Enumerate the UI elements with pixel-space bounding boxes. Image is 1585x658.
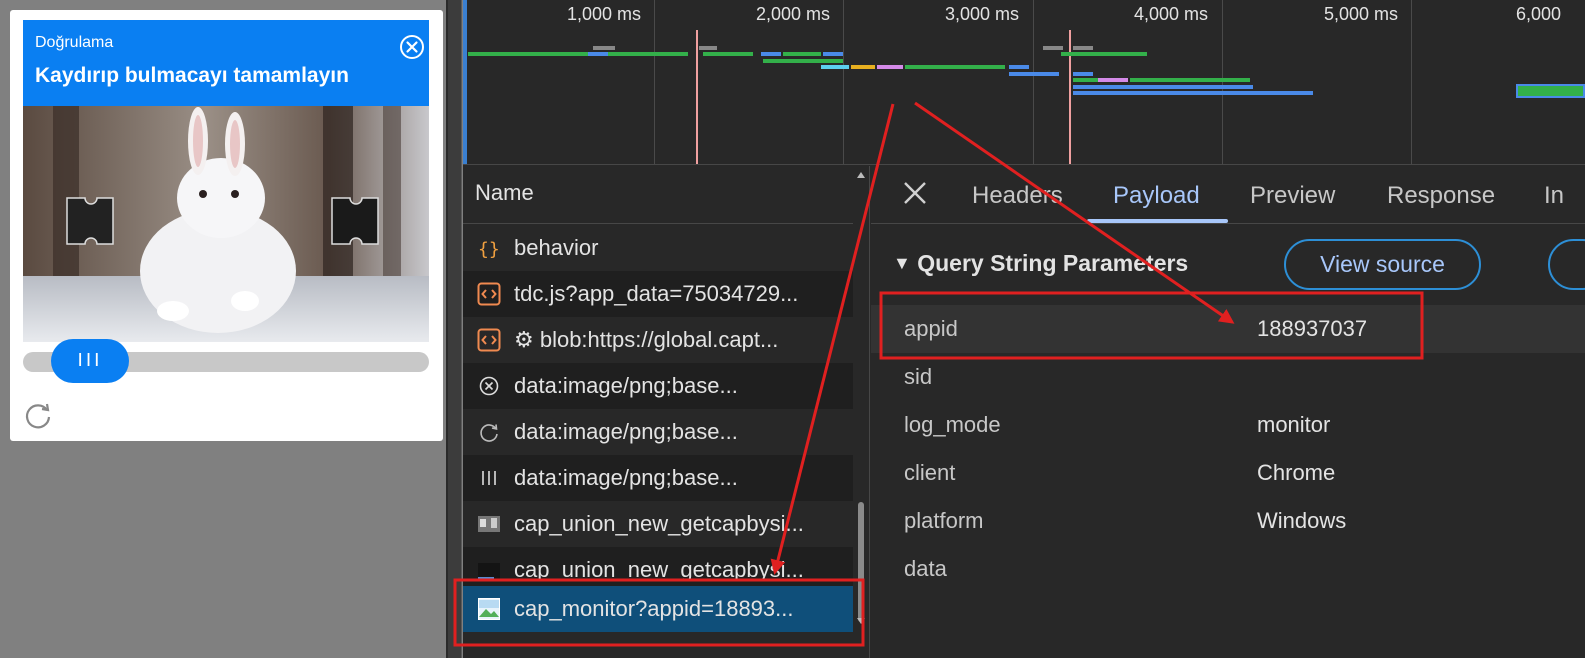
script-icon xyxy=(477,282,501,306)
timeline-marker xyxy=(1069,30,1071,164)
request-list-scrollbar[interactable] xyxy=(854,166,868,658)
three-bars-icon xyxy=(482,471,496,485)
image-thumbnail-icon xyxy=(478,516,500,532)
param-key: client xyxy=(904,460,956,485)
request-name: cap_monitor?appid=18893... xyxy=(514,596,794,621)
timeline-tick-label: 4,000 ms xyxy=(1134,4,1209,24)
image-file-icon xyxy=(478,598,500,620)
request-row[interactable]: data:image/png;base... xyxy=(463,363,853,409)
tab-headers[interactable]: Headers xyxy=(972,182,1063,210)
timeline-start-marker xyxy=(463,0,467,164)
tab-initiator[interactable]: In xyxy=(1544,182,1564,210)
query-params-section[interactable]: ▼ Query String Parameters xyxy=(893,250,1188,277)
timeline-tick-label: 1,000 ms xyxy=(567,4,642,24)
request-name: data:image/png;base... xyxy=(514,373,738,398)
request-row[interactable]: data:image/png;base... xyxy=(463,409,853,455)
request-name: cap_union_new_getcapbysi... xyxy=(514,511,804,536)
param-key: sid xyxy=(904,364,933,389)
image-thumbnail-dark-icon xyxy=(478,563,500,579)
param-key: data xyxy=(904,556,947,581)
view-url-encoded-button[interactable] xyxy=(1548,239,1585,290)
param-value: Chrome xyxy=(1257,460,1336,485)
param-row: sid xyxy=(871,353,1585,401)
circle-x-icon xyxy=(479,376,499,396)
timeline-tick-label: 6,000 xyxy=(1516,4,1562,24)
request-row-selected[interactable]: cap_monitor?appid=18893... xyxy=(463,586,853,632)
param-row: data xyxy=(871,545,1585,593)
close-icon[interactable] xyxy=(901,179,929,207)
request-row[interactable]: {} behavior xyxy=(463,225,853,271)
timeline-tick-label: 3,000 ms xyxy=(945,4,1020,24)
refresh-arc-icon xyxy=(480,424,498,442)
section-title: Query String Parameters xyxy=(917,250,1189,276)
devtools-panel: 1,000 ms 2,000 ms 3,000 ms 4,000 ms 5,00… xyxy=(463,0,1585,658)
param-row: appid 188937037 xyxy=(871,305,1585,353)
puzzle-piece-slot xyxy=(66,197,114,245)
param-key: platform xyxy=(904,508,984,533)
param-value: Windows xyxy=(1257,508,1347,533)
request-row[interactable]: cap_union_new_getcapbysi... xyxy=(463,501,853,547)
details-tab-bar: Headers Payload Preview Response In xyxy=(871,166,1585,224)
request-list: Name {} behavior tdc.js?app_data=7503472… xyxy=(463,166,870,658)
timeline-marker xyxy=(696,30,698,164)
request-row[interactable]: ⚙ blob:https://global.capt... xyxy=(463,317,853,363)
param-value: monitor xyxy=(1257,412,1331,437)
view-source-button[interactable]: View source xyxy=(1284,239,1481,290)
request-name: tdc.js?app_data=75034729... xyxy=(514,281,799,306)
captcha-small-title: Doğrulama xyxy=(35,34,114,51)
captcha-title: Kaydırıp bulmacayı tamamlayın xyxy=(35,64,349,87)
triangle-down-icon: ▼ xyxy=(893,253,911,273)
slider-handle[interactable]: III xyxy=(51,339,129,383)
request-name: data:image/png;base... xyxy=(514,419,738,444)
request-details: Headers Payload Preview Response In ▼ Qu… xyxy=(871,166,1585,658)
tab-response[interactable]: Response xyxy=(1387,182,1495,210)
request-name: cap_union_new_getcapbysi... xyxy=(514,557,804,582)
close-icon[interactable] xyxy=(399,34,425,60)
captcha-widget: Doğrulama Kaydırıp bulmacayı tamamlayın xyxy=(10,10,443,441)
captcha-header: Doğrulama Kaydırıp bulmacayı tamamlayın xyxy=(23,20,429,106)
panel-divider[interactable] xyxy=(446,0,462,658)
puzzle-piece-target xyxy=(331,197,379,245)
tab-payload[interactable]: Payload xyxy=(1113,182,1200,210)
request-name: behavior xyxy=(514,235,599,260)
tab-preview[interactable]: Preview xyxy=(1250,182,1335,210)
param-row: platform Windows xyxy=(871,497,1585,545)
param-key: appid xyxy=(904,316,958,341)
param-value: 188937037 xyxy=(1257,316,1368,341)
svg-text:{}: {} xyxy=(478,239,500,260)
refresh-icon[interactable] xyxy=(23,400,53,430)
param-row: log_mode monitor xyxy=(871,401,1585,449)
timeline-tick-label: 2,000 ms xyxy=(756,4,831,24)
name-column-header[interactable]: Name xyxy=(463,166,853,224)
request-name: data:image/png;base... xyxy=(514,465,738,490)
network-timeline[interactable]: 1,000 ms 2,000 ms 3,000 ms 4,000 ms 5,00… xyxy=(463,0,1585,165)
timeline-tick-label: 5,000 ms xyxy=(1324,4,1399,24)
script-icon xyxy=(477,328,501,352)
request-row[interactable]: data:image/png;base... xyxy=(463,455,853,501)
request-name: ⚙ blob:https://global.capt... xyxy=(514,327,779,352)
json-braces-icon: {} xyxy=(478,239,500,260)
param-row: client Chrome xyxy=(871,449,1585,497)
param-key: log_mode xyxy=(904,412,1001,437)
active-tab-indicator xyxy=(1087,219,1228,223)
puzzle-image xyxy=(23,106,429,342)
request-row[interactable]: tdc.js?app_data=75034729... xyxy=(463,271,853,317)
